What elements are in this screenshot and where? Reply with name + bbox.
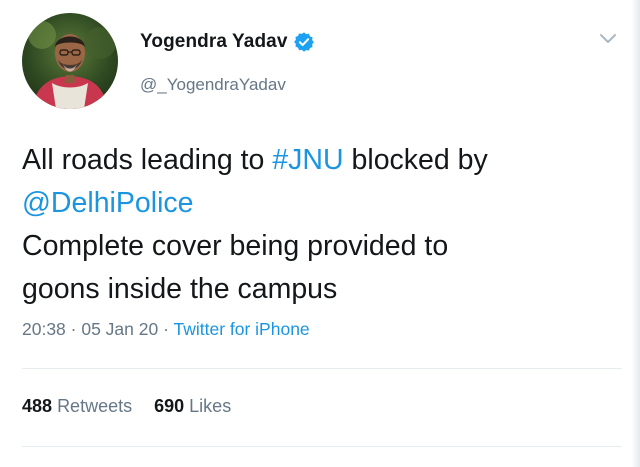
scrollbar[interactable]: [631, 0, 640, 467]
retweets-label: Retweets: [57, 396, 133, 416]
retweets-count: 488: [22, 396, 53, 416]
likes-count: 690: [154, 396, 185, 416]
hashtag-link[interactable]: #JNU: [272, 144, 343, 176]
tweet-stats: 488 Retweets 690 Likes: [22, 396, 231, 417]
meta-separator: ·: [65, 319, 82, 339]
divider: [22, 368, 622, 369]
meta-separator: ·: [158, 319, 174, 339]
tweet-line-1: All roads leading to #JNU blocked by: [22, 139, 622, 182]
likes-stat[interactable]: 690 Likes: [154, 396, 231, 416]
divider: [22, 446, 622, 447]
tweet-date[interactable]: 05 Jan 20: [81, 319, 158, 339]
verified-badge-icon: [294, 32, 315, 52]
avatar-photo: [22, 13, 118, 109]
tweet-source-link[interactable]: Twitter for iPhone: [173, 319, 309, 339]
chevron-down-icon[interactable]: [598, 32, 618, 46]
mention-link[interactable]: @DelhiPolice: [22, 182, 622, 225]
tweet-text: All roads leading to #JNU blocked by @De…: [22, 139, 622, 311]
tweet-line-4: goons inside the campus: [22, 273, 338, 305]
tweet-text-segment: All roads leading to: [22, 144, 273, 176]
retweets-stat[interactable]: 488 Retweets: [22, 396, 132, 416]
avatar[interactable]: [22, 13, 118, 109]
tweet-meta: 20:38 · 05 Jan 20 · Twitter for iPhone: [22, 319, 310, 340]
tweet-line-3: Complete cover being provided to: [22, 230, 449, 262]
tweet-time[interactable]: 20:38: [22, 319, 66, 339]
tweet-card: Yogendra Yadav @_YogendraYadav All roads…: [0, 0, 640, 467]
tweet-text-segment: blocked by: [343, 144, 488, 176]
likes-label: Likes: [189, 396, 232, 416]
author-display-name[interactable]: Yogendra Yadav: [140, 31, 287, 53]
author-name-row[interactable]: Yogendra Yadav: [140, 29, 315, 55]
author-handle[interactable]: @_YogendraYadav: [140, 75, 286, 95]
